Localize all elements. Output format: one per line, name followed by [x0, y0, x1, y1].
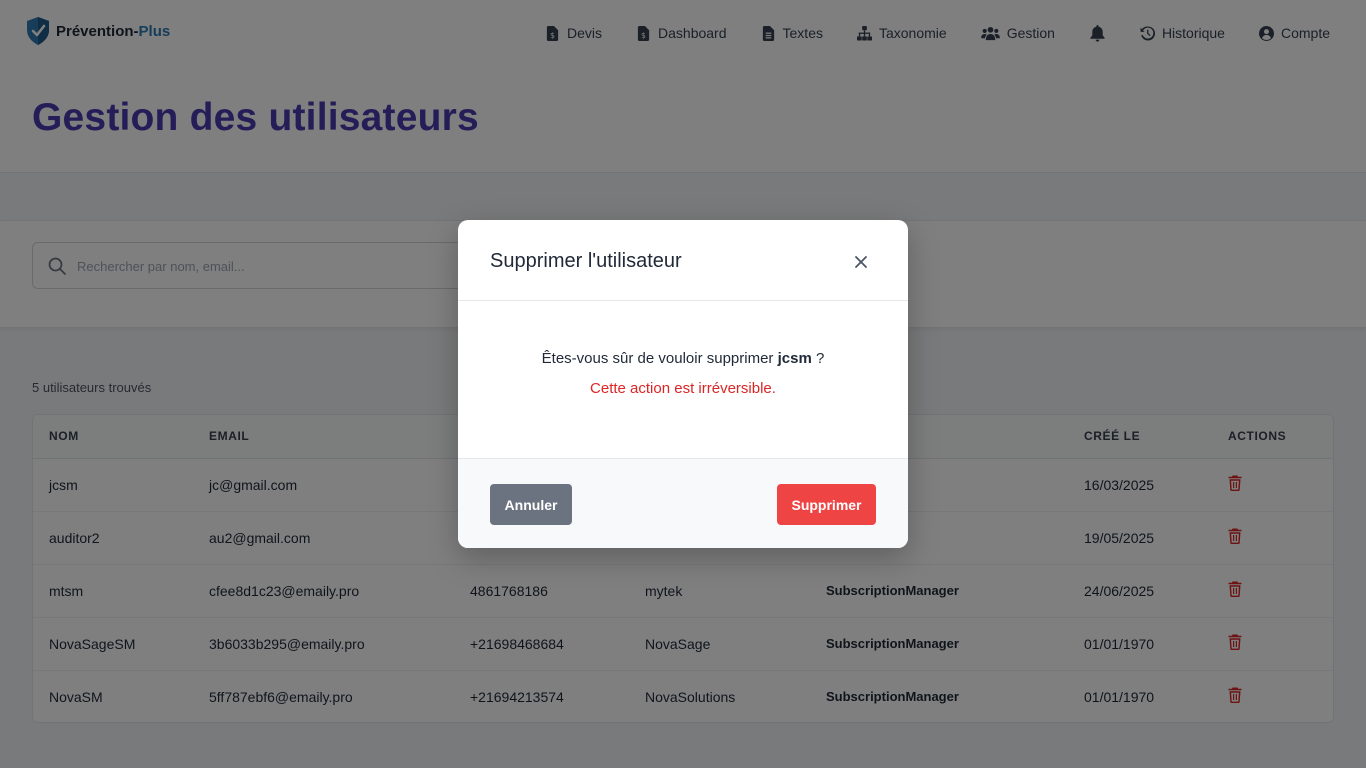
- modal-header: Supprimer l'utilisateur: [458, 220, 908, 301]
- modal-body: Êtes-vous sûr de vouloir supprimer jcsm …: [458, 301, 908, 459]
- modal-title: Supprimer l'utilisateur: [490, 250, 682, 272]
- delete-user-modal: Supprimer l'utilisateur Êtes-vous sûr de…: [458, 220, 908, 548]
- target-username: jcsm: [777, 350, 812, 367]
- cancel-button[interactable]: Annuler: [490, 484, 572, 525]
- modal-footer: Annuler Supprimer: [458, 458, 908, 548]
- close-icon[interactable]: [854, 255, 868, 269]
- confirm-message: Êtes-vous sûr de vouloir supprimer jcsm …: [541, 350, 825, 367]
- irreversible-warning: Cette action est irréversible.: [590, 380, 776, 397]
- delete-button[interactable]: Supprimer: [777, 484, 876, 525]
